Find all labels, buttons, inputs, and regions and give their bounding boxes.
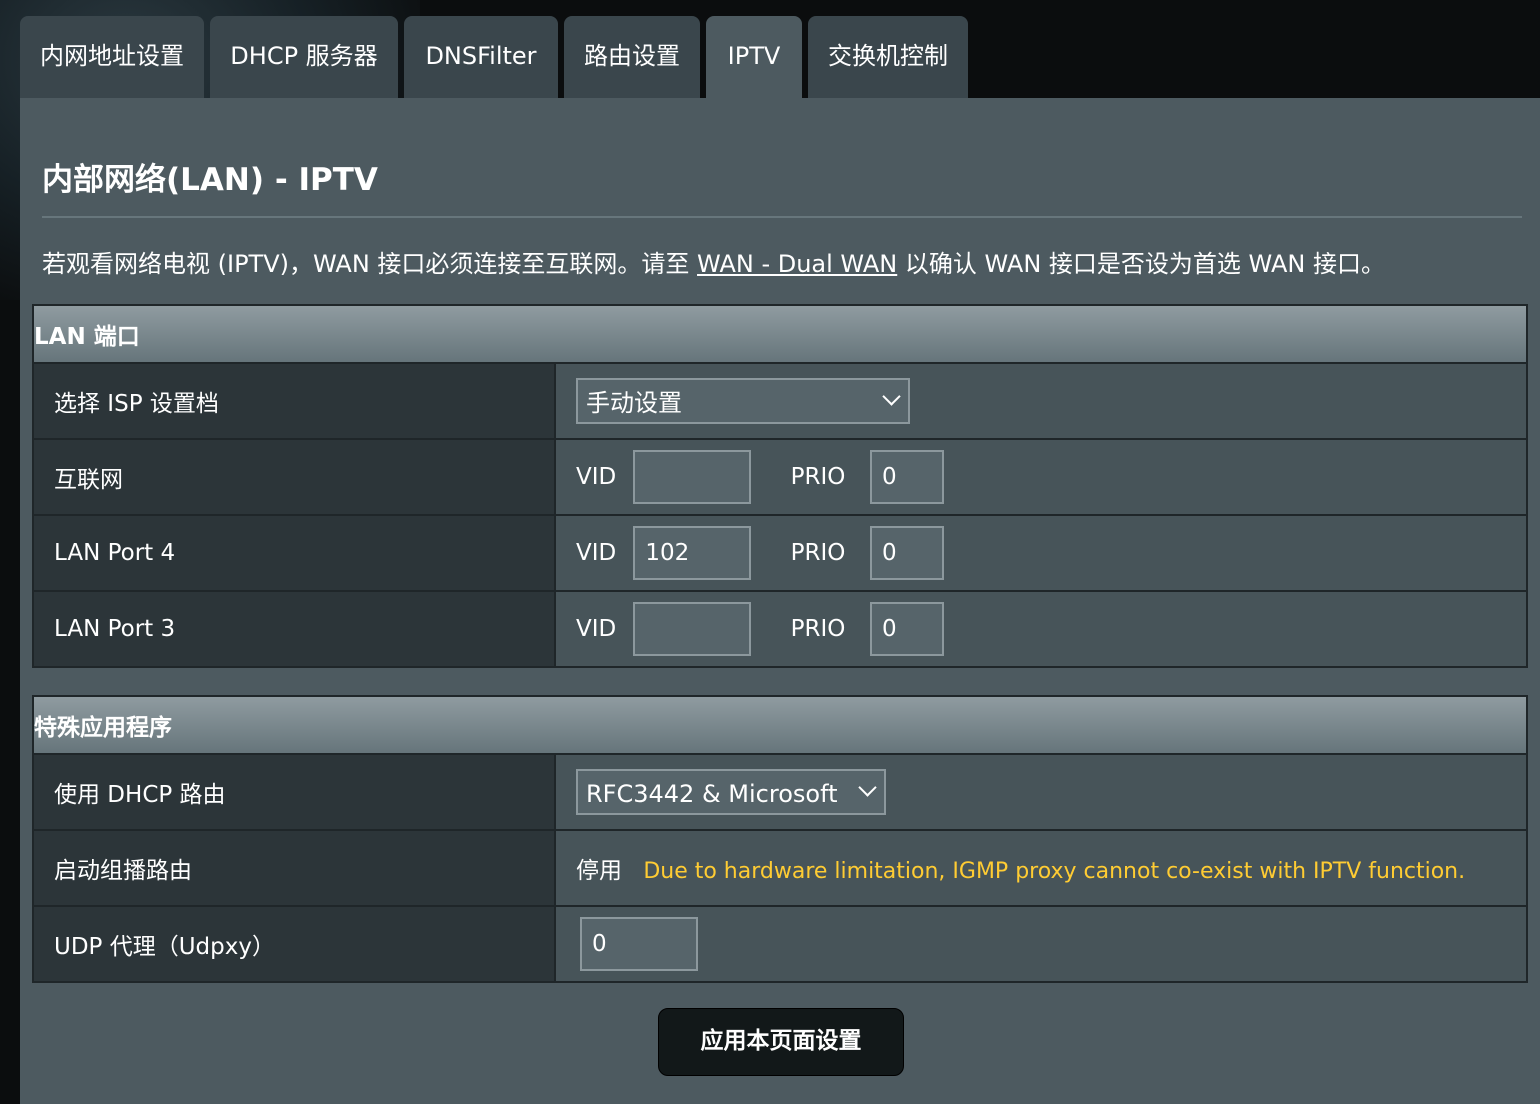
dhcp-route-value: RFC3442 & Microsoft bbox=[586, 780, 838, 808]
lan-port-4-vlan-cell: VID 102 PRIO 0 bbox=[554, 514, 1528, 592]
internet-vlan-cell: VID PRIO 0 bbox=[554, 438, 1528, 516]
lan-port-header: LAN 端口 bbox=[32, 304, 1528, 364]
internet-label: 互联网 bbox=[32, 438, 556, 516]
multicast-label: 启动组播路由 bbox=[32, 829, 556, 907]
isp-profile-cell: 手动设置 bbox=[554, 362, 1528, 440]
tab-iptv[interactable]: IPTV bbox=[706, 16, 802, 98]
dhcp-route-row: 使用 DHCP 路由 RFC3442 & Microsoft bbox=[32, 753, 1528, 831]
page-title: 内部网络(LAN) - IPTV bbox=[42, 162, 378, 198]
prio-label: PRIO bbox=[790, 464, 846, 490]
tab-lan-ip[interactable]: 内网地址设置 bbox=[20, 16, 204, 98]
udpxy-label: UDP 代理（Udpxy） bbox=[32, 905, 556, 983]
internet-prio-input[interactable]: 0 bbox=[869, 450, 944, 504]
prio-label: PRIO bbox=[790, 540, 846, 566]
isp-profile-value: 手动设置 bbox=[586, 389, 682, 417]
udpxy-cell: 0 bbox=[554, 905, 1528, 983]
lan-port-3-row: LAN Port 3 VID PRIO 0 bbox=[32, 590, 1528, 668]
internet-vid-input[interactable] bbox=[633, 450, 752, 504]
tab-switch-control[interactable]: 交换机控制 bbox=[808, 16, 968, 98]
internet-row: 互联网 VID PRIO 0 bbox=[32, 438, 1528, 516]
content-panel: 内部网络(LAN) - IPTV 若观看网络电视 (IPTV)，WAN 接口必须… bbox=[20, 98, 1540, 1104]
isp-profile-label: 选择 ISP 设置档 bbox=[32, 362, 556, 440]
udpxy-port-input[interactable]: 0 bbox=[580, 917, 698, 971]
multicast-status: 停用 bbox=[576, 858, 622, 884]
dhcp-route-cell: RFC3442 & Microsoft bbox=[554, 753, 1528, 831]
lan-port-3-vlan-cell: VID PRIO 0 bbox=[554, 590, 1528, 668]
chevron-down-icon bbox=[858, 778, 877, 797]
vid-label: VID bbox=[576, 616, 617, 642]
lan-port-3-label: LAN Port 3 bbox=[32, 590, 556, 668]
notice-text-before: 若观看网络电视 (IPTV)，WAN 接口必须连接至互联网。请至 bbox=[42, 250, 698, 278]
lan-port-4-prio-input[interactable]: 0 bbox=[869, 526, 944, 580]
apply-settings-button[interactable]: 应用本页面设置 bbox=[658, 1008, 904, 1076]
lan-port-4-label: LAN Port 4 bbox=[32, 514, 556, 592]
vid-label: VID bbox=[576, 464, 617, 490]
igmp-warning: Due to hardware limitation, IGMP proxy c… bbox=[643, 859, 1466, 884]
lan-port-4-row: LAN Port 4 VID 102 PRIO 0 bbox=[32, 514, 1528, 592]
udpxy-row: UDP 代理（Udpxy） 0 bbox=[32, 905, 1528, 983]
lan-port-3-vid-input[interactable] bbox=[633, 602, 752, 656]
special-apps-header: 特殊应用程序 bbox=[32, 695, 1528, 755]
special-apps-header-row: 特殊应用程序 bbox=[32, 695, 1528, 755]
dhcp-route-label: 使用 DHCP 路由 bbox=[32, 753, 556, 831]
tab-route[interactable]: 路由设置 bbox=[564, 16, 700, 98]
chevron-down-icon bbox=[882, 387, 901, 406]
dhcp-route-select[interactable]: RFC3442 & Microsoft bbox=[576, 769, 886, 815]
tab-dhcp-server[interactable]: DHCP 服务器 bbox=[210, 16, 398, 98]
vid-label: VID bbox=[576, 540, 617, 566]
lan-port-4-vid-input[interactable]: 102 bbox=[633, 526, 752, 580]
dual-wan-link[interactable]: WAN - Dual WAN bbox=[697, 250, 897, 278]
special-apps-table: 特殊应用程序 使用 DHCP 路由 RFC3442 & Microsoft 启动… bbox=[32, 695, 1528, 983]
isp-profile-row: 选择 ISP 设置档 手动设置 bbox=[32, 362, 1528, 440]
title-divider bbox=[42, 216, 1522, 218]
multicast-row: 启动组播路由 停用 Due to hardware limitation, IG… bbox=[32, 829, 1528, 907]
notice-text-after: 以确认 WAN 接口是否设为首选 WAN 接口。 bbox=[897, 250, 1385, 278]
iptv-notice: 若观看网络电视 (IPTV)，WAN 接口必须连接至互联网。请至 WAN - D… bbox=[42, 244, 1385, 279]
multicast-cell: 停用 Due to hardware limitation, IGMP prox… bbox=[554, 829, 1528, 907]
isp-profile-select[interactable]: 手动设置 bbox=[576, 378, 910, 424]
tab-dnsfilter[interactable]: DNSFilter bbox=[404, 16, 558, 98]
prio-label: PRIO bbox=[790, 616, 846, 642]
lan-port-3-prio-input[interactable]: 0 bbox=[869, 602, 944, 656]
lan-port-header-row: LAN 端口 bbox=[32, 304, 1528, 364]
lan-port-table: LAN 端口 选择 ISP 设置档 手动设置 互联网 VID PRIO 0 LA… bbox=[32, 304, 1528, 668]
